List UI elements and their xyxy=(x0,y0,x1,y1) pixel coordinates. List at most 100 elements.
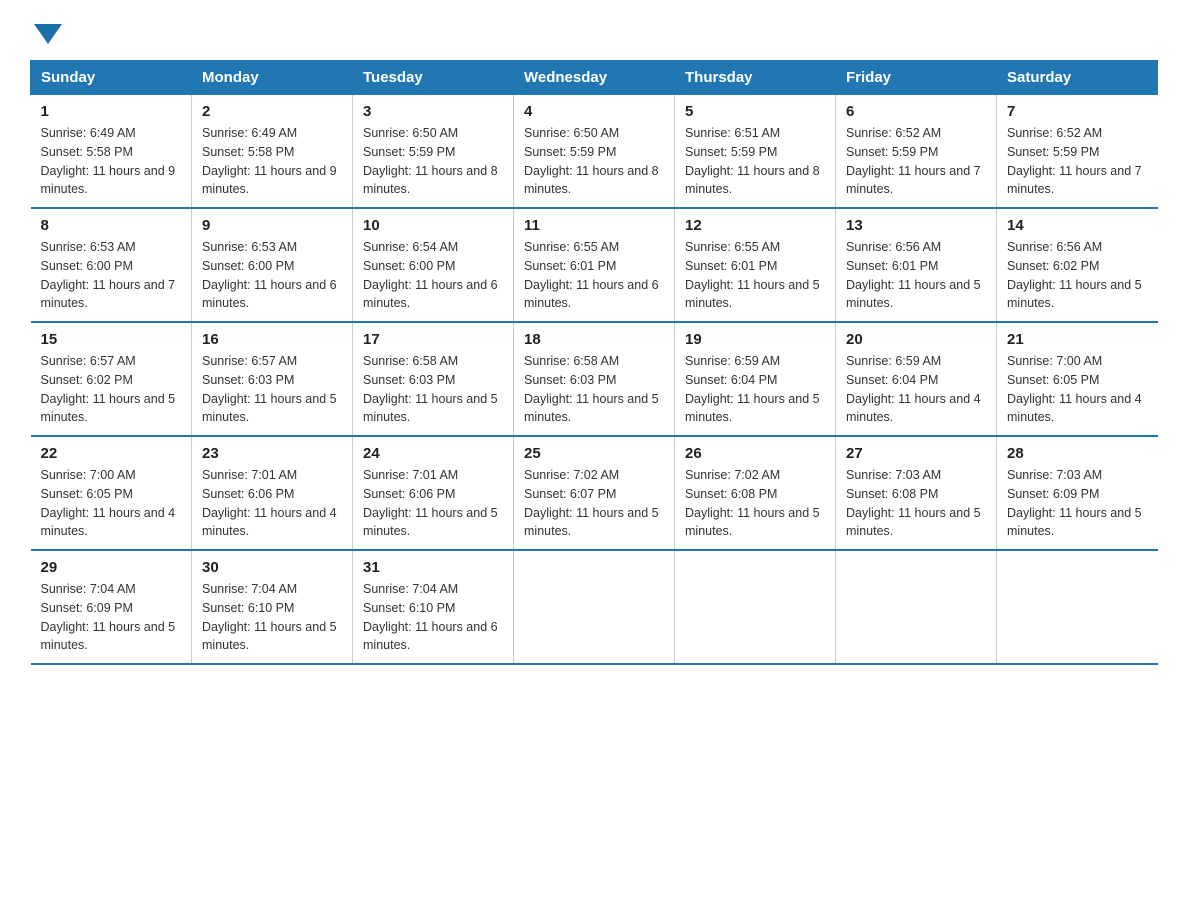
day-number: 18 xyxy=(524,331,664,348)
calendar-cell: 2 Sunrise: 6:49 AM Sunset: 5:58 PM Dayli… xyxy=(192,95,353,209)
day-number: 21 xyxy=(1007,331,1148,348)
day-info: Sunrise: 7:00 AM Sunset: 6:05 PM Dayligh… xyxy=(1007,352,1148,427)
calendar-cell: 20 Sunrise: 6:59 AM Sunset: 6:04 PM Dayl… xyxy=(836,322,997,436)
week-row-1: 1 Sunrise: 6:49 AM Sunset: 5:58 PM Dayli… xyxy=(31,95,1158,209)
day-number: 6 xyxy=(846,103,986,120)
calendar-cell: 22 Sunrise: 7:00 AM Sunset: 6:05 PM Dayl… xyxy=(31,436,192,550)
day-number: 7 xyxy=(1007,103,1148,120)
day-number: 3 xyxy=(363,103,503,120)
day-info: Sunrise: 6:53 AM Sunset: 6:00 PM Dayligh… xyxy=(41,238,182,313)
day-info: Sunrise: 7:04 AM Sunset: 6:10 PM Dayligh… xyxy=(363,580,503,655)
day-number: 17 xyxy=(363,331,503,348)
day-info: Sunrise: 7:01 AM Sunset: 6:06 PM Dayligh… xyxy=(363,466,503,541)
day-info: Sunrise: 6:56 AM Sunset: 6:01 PM Dayligh… xyxy=(846,238,986,313)
header-day-wednesday: Wednesday xyxy=(514,61,675,95)
day-number: 25 xyxy=(524,445,664,462)
calendar-cell: 31 Sunrise: 7:04 AM Sunset: 6:10 PM Dayl… xyxy=(353,550,514,664)
calendar-cell: 16 Sunrise: 6:57 AM Sunset: 6:03 PM Dayl… xyxy=(192,322,353,436)
header-row: SundayMondayTuesdayWednesdayThursdayFrid… xyxy=(31,61,1158,95)
calendar-cell: 24 Sunrise: 7:01 AM Sunset: 6:06 PM Dayl… xyxy=(353,436,514,550)
day-number: 4 xyxy=(524,103,664,120)
day-number: 16 xyxy=(202,331,342,348)
day-info: Sunrise: 6:59 AM Sunset: 6:04 PM Dayligh… xyxy=(846,352,986,427)
header-day-saturday: Saturday xyxy=(997,61,1158,95)
day-info: Sunrise: 6:52 AM Sunset: 5:59 PM Dayligh… xyxy=(846,124,986,199)
calendar-cell xyxy=(675,550,836,664)
day-info: Sunrise: 6:58 AM Sunset: 6:03 PM Dayligh… xyxy=(524,352,664,427)
calendar-cell: 12 Sunrise: 6:55 AM Sunset: 6:01 PM Dayl… xyxy=(675,208,836,322)
calendar-cell: 6 Sunrise: 6:52 AM Sunset: 5:59 PM Dayli… xyxy=(836,95,997,209)
day-number: 19 xyxy=(685,331,825,348)
calendar-cell: 27 Sunrise: 7:03 AM Sunset: 6:08 PM Dayl… xyxy=(836,436,997,550)
day-info: Sunrise: 7:01 AM Sunset: 6:06 PM Dayligh… xyxy=(202,466,342,541)
week-row-2: 8 Sunrise: 6:53 AM Sunset: 6:00 PM Dayli… xyxy=(31,208,1158,322)
calendar-cell: 29 Sunrise: 7:04 AM Sunset: 6:09 PM Dayl… xyxy=(31,550,192,664)
day-info: Sunrise: 7:00 AM Sunset: 6:05 PM Dayligh… xyxy=(41,466,182,541)
calendar-cell: 19 Sunrise: 6:59 AM Sunset: 6:04 PM Dayl… xyxy=(675,322,836,436)
week-row-4: 22 Sunrise: 7:00 AM Sunset: 6:05 PM Dayl… xyxy=(31,436,1158,550)
day-number: 30 xyxy=(202,559,342,576)
logo-arrow-icon xyxy=(34,24,62,44)
day-number: 27 xyxy=(846,445,986,462)
day-number: 11 xyxy=(524,217,664,234)
day-number: 14 xyxy=(1007,217,1148,234)
calendar-cell: 9 Sunrise: 6:53 AM Sunset: 6:00 PM Dayli… xyxy=(192,208,353,322)
day-info: Sunrise: 6:50 AM Sunset: 5:59 PM Dayligh… xyxy=(363,124,503,199)
day-info: Sunrise: 6:49 AM Sunset: 5:58 PM Dayligh… xyxy=(41,124,182,199)
calendar-cell: 11 Sunrise: 6:55 AM Sunset: 6:01 PM Dayl… xyxy=(514,208,675,322)
day-number: 31 xyxy=(363,559,503,576)
calendar-cell: 10 Sunrise: 6:54 AM Sunset: 6:00 PM Dayl… xyxy=(353,208,514,322)
day-info: Sunrise: 7:02 AM Sunset: 6:07 PM Dayligh… xyxy=(524,466,664,541)
day-number: 15 xyxy=(41,331,182,348)
week-row-3: 15 Sunrise: 6:57 AM Sunset: 6:02 PM Dayl… xyxy=(31,322,1158,436)
day-info: Sunrise: 7:03 AM Sunset: 6:09 PM Dayligh… xyxy=(1007,466,1148,541)
day-info: Sunrise: 6:50 AM Sunset: 5:59 PM Dayligh… xyxy=(524,124,664,199)
calendar-cell xyxy=(997,550,1158,664)
day-info: Sunrise: 6:57 AM Sunset: 6:02 PM Dayligh… xyxy=(41,352,182,427)
calendar-cell: 18 Sunrise: 6:58 AM Sunset: 6:03 PM Dayl… xyxy=(514,322,675,436)
day-info: Sunrise: 6:54 AM Sunset: 6:00 PM Dayligh… xyxy=(363,238,503,313)
day-number: 5 xyxy=(685,103,825,120)
day-info: Sunrise: 6:55 AM Sunset: 6:01 PM Dayligh… xyxy=(685,238,825,313)
calendar-cell: 28 Sunrise: 7:03 AM Sunset: 6:09 PM Dayl… xyxy=(997,436,1158,550)
day-number: 1 xyxy=(41,103,182,120)
day-info: Sunrise: 6:58 AM Sunset: 6:03 PM Dayligh… xyxy=(363,352,503,427)
logo-general-text xyxy=(30,20,62,44)
logo xyxy=(30,20,62,40)
day-number: 24 xyxy=(363,445,503,462)
calendar-cell: 8 Sunrise: 6:53 AM Sunset: 6:00 PM Dayli… xyxy=(31,208,192,322)
day-info: Sunrise: 6:53 AM Sunset: 6:00 PM Dayligh… xyxy=(202,238,342,313)
day-number: 2 xyxy=(202,103,342,120)
day-number: 10 xyxy=(363,217,503,234)
calendar-cell: 13 Sunrise: 6:56 AM Sunset: 6:01 PM Dayl… xyxy=(836,208,997,322)
header-day-tuesday: Tuesday xyxy=(353,61,514,95)
day-number: 8 xyxy=(41,217,182,234)
day-info: Sunrise: 6:59 AM Sunset: 6:04 PM Dayligh… xyxy=(685,352,825,427)
calendar-cell: 17 Sunrise: 6:58 AM Sunset: 6:03 PM Dayl… xyxy=(353,322,514,436)
day-number: 12 xyxy=(685,217,825,234)
day-number: 9 xyxy=(202,217,342,234)
day-number: 29 xyxy=(41,559,182,576)
calendar-cell: 21 Sunrise: 7:00 AM Sunset: 6:05 PM Dayl… xyxy=(997,322,1158,436)
header-day-thursday: Thursday xyxy=(675,61,836,95)
calendar-cell: 14 Sunrise: 6:56 AM Sunset: 6:02 PM Dayl… xyxy=(997,208,1158,322)
day-info: Sunrise: 6:56 AM Sunset: 6:02 PM Dayligh… xyxy=(1007,238,1148,313)
calendar-cell: 15 Sunrise: 6:57 AM Sunset: 6:02 PM Dayl… xyxy=(31,322,192,436)
calendar-cell xyxy=(514,550,675,664)
calendar-table: SundayMondayTuesdayWednesdayThursdayFrid… xyxy=(30,60,1158,665)
header-day-sunday: Sunday xyxy=(31,61,192,95)
day-info: Sunrise: 7:04 AM Sunset: 6:10 PM Dayligh… xyxy=(202,580,342,655)
calendar-cell: 1 Sunrise: 6:49 AM Sunset: 5:58 PM Dayli… xyxy=(31,95,192,209)
day-info: Sunrise: 7:03 AM Sunset: 6:08 PM Dayligh… xyxy=(846,466,986,541)
day-info: Sunrise: 6:51 AM Sunset: 5:59 PM Dayligh… xyxy=(685,124,825,199)
day-info: Sunrise: 6:52 AM Sunset: 5:59 PM Dayligh… xyxy=(1007,124,1148,199)
day-info: Sunrise: 6:49 AM Sunset: 5:58 PM Dayligh… xyxy=(202,124,342,199)
week-row-5: 29 Sunrise: 7:04 AM Sunset: 6:09 PM Dayl… xyxy=(31,550,1158,664)
calendar-cell: 30 Sunrise: 7:04 AM Sunset: 6:10 PM Dayl… xyxy=(192,550,353,664)
day-number: 22 xyxy=(41,445,182,462)
day-number: 23 xyxy=(202,445,342,462)
calendar-cell: 3 Sunrise: 6:50 AM Sunset: 5:59 PM Dayli… xyxy=(353,95,514,209)
day-info: Sunrise: 7:02 AM Sunset: 6:08 PM Dayligh… xyxy=(685,466,825,541)
calendar-cell: 26 Sunrise: 7:02 AM Sunset: 6:08 PM Dayl… xyxy=(675,436,836,550)
header-day-friday: Friday xyxy=(836,61,997,95)
